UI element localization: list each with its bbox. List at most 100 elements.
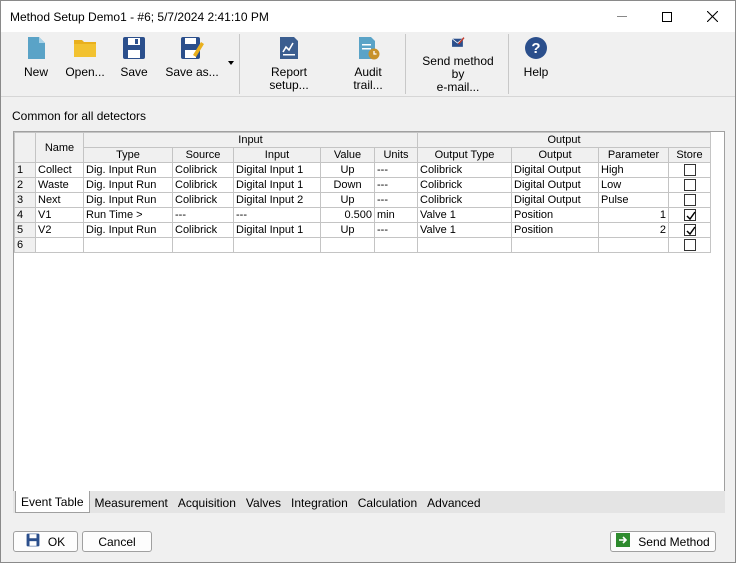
table-row[interactable]: 2 Waste Dig. Input Run Colibrick Digital Inp… bbox=[14, 177, 711, 193]
cell-input[interactable]: Digital Input 1 bbox=[233, 222, 321, 238]
cell-output-type[interactable] bbox=[417, 237, 512, 253]
cell-value[interactable]: Down bbox=[320, 177, 375, 193]
method-setup-window: Method Setup Demo1 - #6; 5/7/2024 2:41:1… bbox=[0, 0, 736, 563]
cell-value[interactable]: Up bbox=[320, 222, 375, 238]
cancel-button[interactable]: Cancel bbox=[82, 531, 152, 552]
tab-measurement[interactable]: Measurement bbox=[90, 493, 173, 513]
cell-value[interactable] bbox=[320, 237, 375, 253]
table-row[interactable]: 4 V1 Run Time > --- --- 0.500 min Valve 1 Positi… bbox=[14, 207, 711, 223]
store-checkbox[interactable] bbox=[683, 179, 696, 192]
column-header-store[interactable]: Store bbox=[668, 147, 711, 163]
column-header-input[interactable]: Input bbox=[233, 147, 321, 163]
store-checkbox[interactable] bbox=[683, 194, 696, 207]
column-header-output[interactable]: Output bbox=[511, 147, 599, 163]
ok-button[interactable]: OK bbox=[13, 531, 78, 552]
cell-units[interactable]: --- bbox=[374, 177, 418, 193]
cell-name[interactable]: Collect bbox=[35, 162, 84, 178]
cell-output[interactable]: Digital Output bbox=[511, 162, 599, 178]
cell-output-type[interactable]: Colibrick bbox=[417, 177, 512, 193]
open-button[interactable]: Open... bbox=[63, 36, 107, 94]
cell-type[interactable] bbox=[83, 237, 173, 253]
table-row[interactable]: 3 Next Dig. Input Run Colibrick Digital Inpu… bbox=[14, 192, 711, 208]
cell-type[interactable]: Run Time > bbox=[83, 207, 173, 223]
cell-units[interactable]: --- bbox=[374, 162, 418, 178]
cell-output[interactable]: Position bbox=[511, 222, 599, 238]
cell-units[interactable]: --- bbox=[374, 192, 418, 208]
cell-type[interactable]: Dig. Input Run bbox=[83, 162, 173, 178]
column-header-name[interactable]: Name bbox=[35, 132, 84, 163]
store-checkbox[interactable] bbox=[683, 239, 696, 252]
cell-output-type[interactable]: Colibrick bbox=[417, 192, 512, 208]
cell-value[interactable]: Up bbox=[320, 162, 375, 178]
cell-output[interactable]: Digital Output bbox=[511, 177, 599, 193]
tab-integration[interactable]: Integration bbox=[286, 493, 353, 513]
column-header-output-type[interactable]: Output Type bbox=[417, 147, 512, 163]
table-row[interactable]: 5 V2 Dig. Input Run Colibrick Digital Input … bbox=[14, 222, 711, 238]
cell-parameter[interactable] bbox=[598, 237, 669, 253]
cell-input[interactable]: Digital Input 2 bbox=[233, 192, 321, 208]
minimize-button[interactable] bbox=[599, 1, 644, 32]
cell-name[interactable] bbox=[35, 237, 84, 253]
cell-source[interactable]: Colibrick bbox=[172, 222, 234, 238]
save-as-button[interactable]: Save as... bbox=[165, 36, 219, 94]
cell-type[interactable]: Dig. Input Run bbox=[83, 192, 173, 208]
new-button[interactable]: New bbox=[17, 36, 55, 94]
cell-input[interactable] bbox=[233, 237, 321, 253]
close-button[interactable] bbox=[690, 1, 735, 32]
tab-calculation[interactable]: Calculation bbox=[353, 493, 422, 513]
cell-source[interactable]: Colibrick bbox=[172, 177, 234, 193]
column-header-value[interactable]: Value bbox=[320, 147, 375, 163]
cell-units[interactable]: min bbox=[374, 207, 418, 223]
column-header-source[interactable]: Source bbox=[172, 147, 234, 163]
audit-trail-button[interactable]: Audit trail... bbox=[338, 36, 398, 94]
cell-output-type[interactable]: Valve 1 bbox=[417, 222, 512, 238]
tab-advanced[interactable]: Advanced bbox=[422, 493, 485, 513]
send-method-button[interactable]: Send Method bbox=[610, 531, 716, 552]
cell-output[interactable]: Position bbox=[511, 207, 599, 223]
cell-input[interactable]: Digital Input 1 bbox=[233, 177, 321, 193]
cell-source[interactable] bbox=[172, 237, 234, 253]
column-header-units[interactable]: Units bbox=[374, 147, 418, 163]
cell-name[interactable]: Waste bbox=[35, 177, 84, 193]
cell-source[interactable]: Colibrick bbox=[172, 192, 234, 208]
table-row[interactable]: 6 bbox=[14, 237, 711, 253]
cell-value[interactable]: Up bbox=[320, 192, 375, 208]
table-row[interactable]: 1 Collect Dig. Input Run Colibrick Digital I… bbox=[14, 162, 711, 178]
cell-name[interactable]: V2 bbox=[35, 222, 84, 238]
cell-units[interactable]: --- bbox=[374, 222, 418, 238]
cell-type[interactable]: Dig. Input Run bbox=[83, 177, 173, 193]
cell-type[interactable]: Dig. Input Run bbox=[83, 222, 173, 238]
store-checkbox[interactable] bbox=[683, 164, 696, 177]
tab-event-table[interactable]: Event Table bbox=[15, 491, 90, 513]
column-header-type[interactable]: Type bbox=[83, 147, 173, 163]
save-button[interactable]: Save bbox=[117, 36, 151, 94]
send-method-email-button[interactable]: Send method by e-mail... bbox=[415, 36, 501, 94]
cell-parameter[interactable]: Low bbox=[598, 177, 669, 193]
cell-input[interactable]: Digital Input 1 bbox=[233, 162, 321, 178]
cell-value[interactable]: 0.500 bbox=[320, 207, 375, 223]
column-header-parameter[interactable]: Parameter bbox=[598, 147, 669, 163]
cell-output-type[interactable]: Valve 1 bbox=[417, 207, 512, 223]
cell-source[interactable]: --- bbox=[172, 207, 234, 223]
tab-valves[interactable]: Valves bbox=[241, 493, 286, 513]
cell-parameter[interactable]: Pulse bbox=[598, 192, 669, 208]
store-checkbox[interactable] bbox=[683, 224, 696, 237]
report-setup-button[interactable]: Report setup... bbox=[251, 36, 327, 94]
tab-acquisition[interactable]: Acquisition bbox=[173, 493, 241, 513]
cell-name[interactable]: V1 bbox=[35, 207, 84, 223]
cell-output[interactable] bbox=[511, 237, 599, 253]
cell-name[interactable]: Next bbox=[35, 192, 84, 208]
maximize-button[interactable] bbox=[644, 1, 689, 32]
cell-parameter[interactable]: 1 bbox=[598, 207, 669, 223]
cell-source[interactable]: Colibrick bbox=[172, 162, 234, 178]
cell-units[interactable] bbox=[374, 237, 418, 253]
cell-parameter[interactable]: 2 bbox=[598, 222, 669, 238]
help-button[interactable]: ? Help bbox=[521, 36, 551, 94]
cell-parameter[interactable]: High bbox=[598, 162, 669, 178]
save-as-dropdown-icon[interactable] bbox=[228, 61, 234, 65]
folder-icon bbox=[74, 40, 96, 57]
cell-output-type[interactable]: Colibrick bbox=[417, 162, 512, 178]
store-checkbox[interactable] bbox=[683, 209, 696, 222]
cell-input[interactable]: --- bbox=[233, 207, 321, 223]
cell-output[interactable]: Digital Output bbox=[511, 192, 599, 208]
